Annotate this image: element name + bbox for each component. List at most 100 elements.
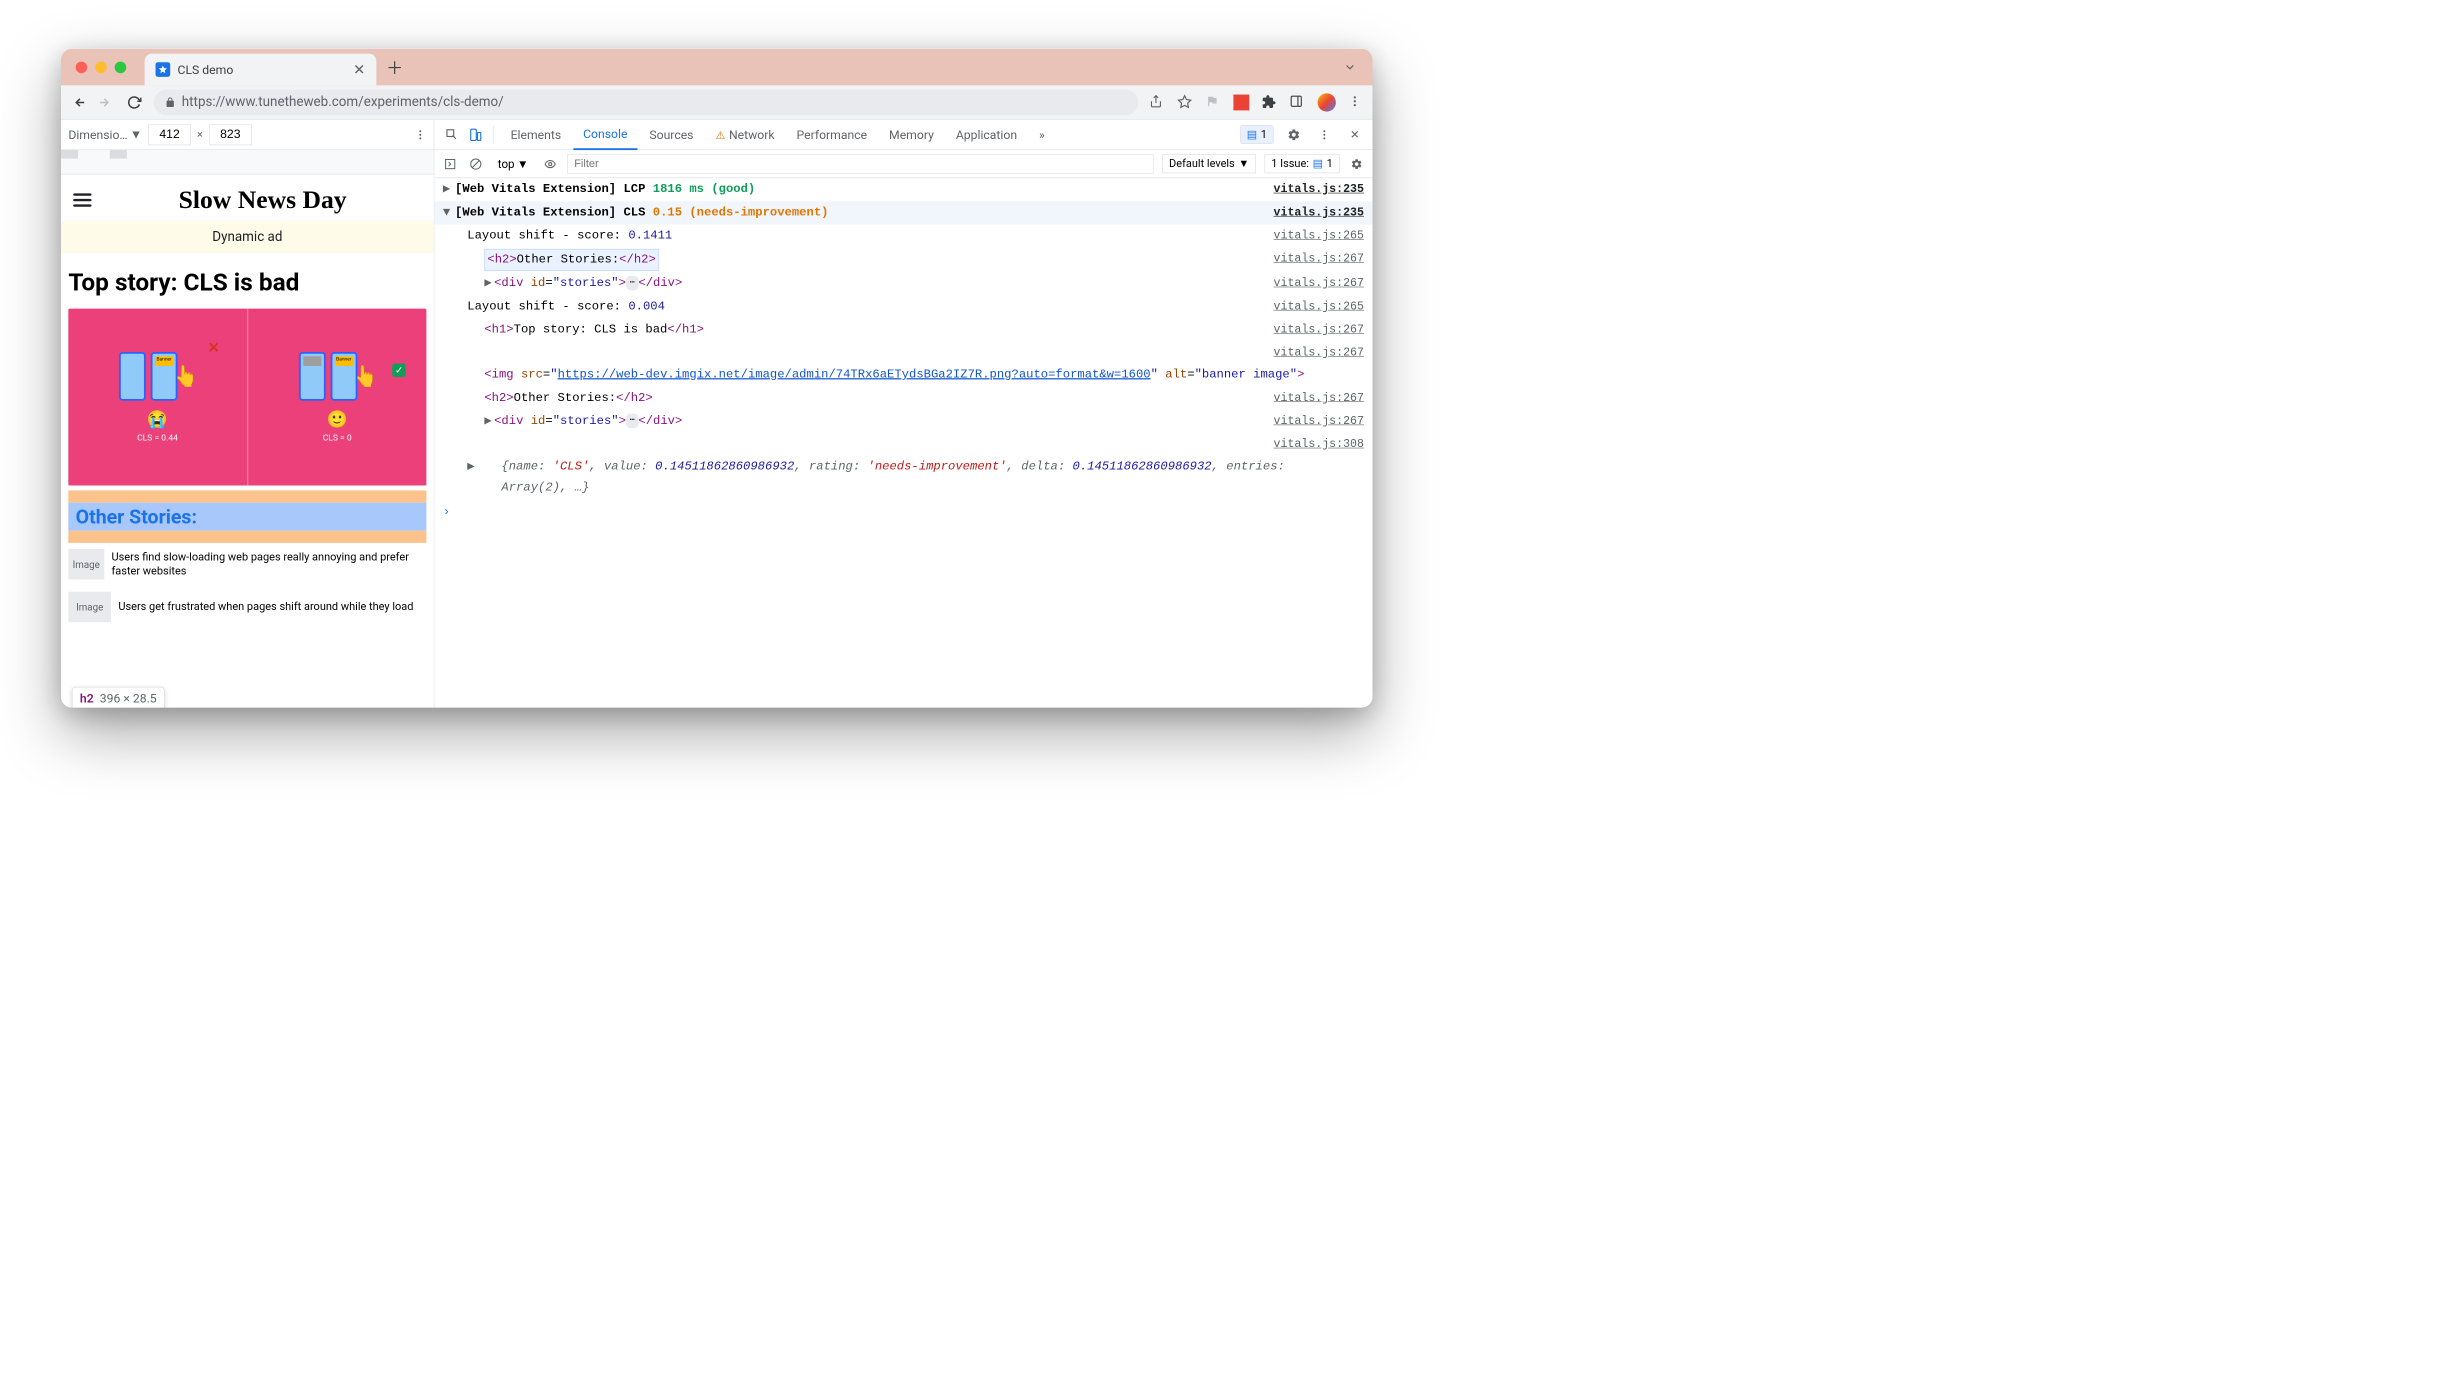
minimize-window-button[interactable] [95,61,107,73]
layout-shift-highlight: Other Stories: [68,490,426,542]
collapse-arrow-icon[interactable]: ▼ [443,203,455,224]
log-source-link[interactable]: vitals.js:235 [1274,179,1364,200]
share-icon[interactable] [1149,94,1165,110]
console-log-row[interactable]: <h2>Other Stories:</h2>vitals.js:267 [434,248,1372,272]
flag-icon[interactable] [1205,94,1221,110]
log-source-link[interactable]: vitals.js:265 [1274,226,1364,247]
reload-button[interactable] [126,94,143,111]
inspect-element-icon[interactable] [442,124,463,145]
live-expression-icon[interactable] [542,155,559,172]
console-context-dropdown[interactable]: top ▼ [493,154,533,174]
device-header: Dimensio… ▼ × [61,120,434,150]
console-toolbar: top ▼ Default levels ▼ 1 Issue: ▤ 1 [434,150,1372,178]
back-button[interactable] [70,94,87,111]
url-field[interactable]: https://www.tunetheweb.com/experiments/c… [154,89,1139,115]
log-source-link[interactable]: vitals.js:267 [1274,343,1364,363]
story-thumbnail: Image [68,592,111,623]
tab-application[interactable]: Application [946,120,1027,149]
log-levels-dropdown[interactable]: Default levels ▼ [1162,154,1256,173]
devtools-close-icon[interactable]: ✕ [1344,124,1365,145]
log-source-link[interactable]: vitals.js:235 [1274,203,1364,224]
expand-arrow-icon[interactable]: ▶ [443,457,467,498]
side-panel-icon[interactable] [1290,94,1306,110]
devtools-issues-badge[interactable]: ▤ 1 [1240,125,1274,144]
console-sidebar-toggle-icon[interactable] [442,155,459,172]
tab-network[interactable]: Network [706,120,785,149]
log-source-link[interactable]: vitals.js:265 [1274,296,1364,317]
console-log-row[interactable]: ▶{name: 'CLS', value: 0.1451186286098693… [434,455,1372,499]
device-dimensions-dropdown[interactable]: Dimensio… ▼ [68,127,142,142]
devtools-settings-icon[interactable] [1283,124,1304,145]
lock-icon [165,97,176,108]
console-log-row[interactable]: <h1>Top story: CLS is bad</h1>vitals.js:… [434,318,1372,341]
log-source-link[interactable]: vitals.js:308 [1274,435,1364,455]
console-log-row[interactable]: vitals.js:308 [434,433,1372,455]
check-mark-icon: ✓ [392,364,405,377]
story-thumbnail: Image [68,549,104,580]
log-source-link[interactable]: vitals.js:267 [1274,249,1364,271]
issues-summary[interactable]: 1 Issue: ▤ 1 [1265,154,1340,173]
hamburger-menu-icon[interactable] [73,193,91,206]
window-controls [76,61,127,73]
device-viewport: Slow News Day Dynamic ad Top story: CLS … [61,174,434,707]
console-log-row[interactable]: ▶[Web Vitals Extension] LCP 1816 ms (goo… [434,178,1372,201]
browser-tab[interactable]: CLS demo ✕ [145,54,377,86]
console-log-row[interactable]: Layout shift - score: 0.1411vitals.js:26… [434,224,1372,247]
console-log-row[interactable]: ▶<div id="stories">⋯</div>vitals.js:267 [434,272,1372,295]
expand-arrow-icon[interactable]: ▶ [443,179,455,200]
tab-elements[interactable]: Elements [501,120,571,149]
bookmark-star-icon[interactable] [1177,94,1193,110]
neutral-emoji-icon: 🙂 [327,409,348,429]
log-source-link[interactable]: vitals.js:267 [1274,273,1364,294]
device-menu-button[interactable] [414,128,426,140]
maximize-window-button[interactable] [115,61,127,73]
tab-memory[interactable]: Memory [879,120,943,149]
dimensions-label: Dimensio… [68,127,127,142]
chat-icon: ▤ [1247,128,1257,141]
site-title: Slow News Day [104,185,422,214]
story-text: Users find slow-loading web pages really… [111,550,426,579]
console-log-row[interactable]: vitals.js:267 [434,342,1372,364]
console-log-row[interactable]: <h2>Other Stories:</h2>vitals.js:267 [434,387,1372,410]
device-height-input[interactable] [209,124,252,145]
tab-sources[interactable]: Sources [640,120,704,149]
console-log-row[interactable]: ▼[Web Vitals Extension] CLS 0.15 (needs-… [434,201,1372,224]
tab-console[interactable]: Console [573,119,637,150]
tab-performance[interactable]: Performance [787,120,877,149]
console-log-row[interactable]: Layout shift - score: 0.004vitals.js:265 [434,295,1372,318]
close-window-button[interactable] [76,61,88,73]
story-item[interactable]: Image Users get frustrated when pages sh… [61,586,434,629]
tabs-overflow[interactable]: » [1029,120,1054,149]
device-ruler [61,150,434,174]
tab-close-button[interactable]: ✕ [353,61,365,78]
dynamic-ad-banner: Dynamic ad [61,221,434,253]
new-tab-button[interactable]: ＋ [386,55,403,79]
forward-button[interactable] [98,94,115,111]
extension-red-icon[interactable] [1233,94,1249,110]
log-source-link[interactable]: vitals.js:267 [1274,320,1364,341]
profile-avatar[interactable] [1318,93,1336,111]
story-item[interactable]: Image Users find slow-loading web pages … [61,543,434,586]
titlebar: CLS demo ✕ ＋ [61,49,1373,86]
extensions-puzzle-icon[interactable] [1261,94,1277,110]
log-source-link[interactable]: vitals.js:267 [1274,388,1364,409]
url-text: https://www.tunetheweb.com/experiments/c… [182,95,504,110]
tabs-dropdown-button[interactable] [1343,60,1356,73]
devtools-panel: Elements Console Sources Network Perform… [434,120,1372,708]
console-filter-input[interactable] [568,154,1154,174]
console-output: ▶[Web Vitals Extension] LCP 1816 ms (goo… [434,178,1372,707]
browser-menu-icon[interactable] [1348,94,1364,110]
device-toggle-icon[interactable] [465,124,486,145]
device-width-input[interactable] [148,124,191,145]
console-prompt[interactable]: › [434,499,1372,525]
log-source-link[interactable]: vitals.js:267 [1274,411,1364,432]
clear-console-icon[interactable] [467,155,484,172]
console-settings-icon[interactable] [1348,155,1365,172]
crying-emoji-icon: 😭 [147,409,168,429]
element-inspect-tooltip: h2 396 × 28.5 [72,687,165,708]
tab-favicon-icon [156,62,171,77]
x-mark-icon: ✕ [208,339,220,356]
devtools-menu-icon[interactable] [1314,124,1335,145]
console-log-row[interactable]: ▶<div id="stories">⋯</div>vitals.js:267 [434,410,1372,433]
console-log-row[interactable]: <img src="https://web-dev.imgix.net/imag… [434,364,1372,387]
